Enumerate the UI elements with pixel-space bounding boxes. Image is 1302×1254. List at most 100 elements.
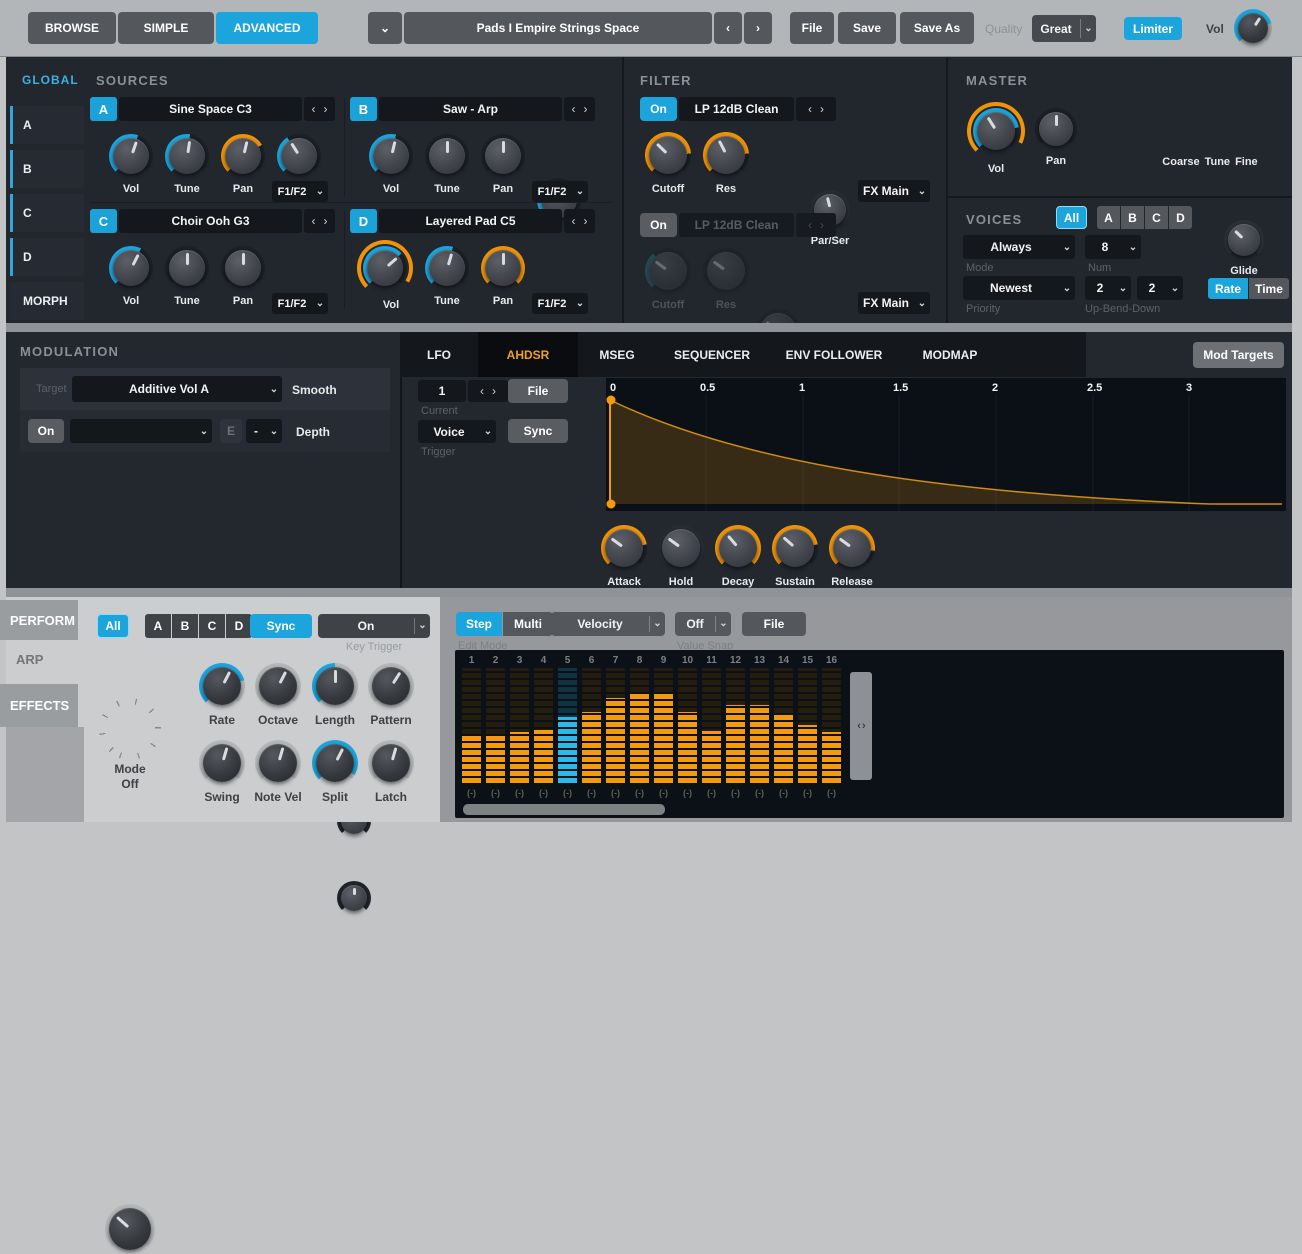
rate-knob[interactable]: [199, 663, 245, 709]
step-column[interactable]: 3(-): [510, 653, 529, 798]
tie-icon[interactable]: (-): [659, 788, 668, 798]
step-column[interactable]: 8(-): [630, 653, 649, 798]
step-bar[interactable]: [534, 668, 553, 783]
arp-c-button[interactable]: C: [199, 614, 225, 638]
preset-next-button[interactable]: ›: [744, 12, 772, 44]
cutoff-knob[interactable]: [645, 132, 691, 178]
arp-sync-button[interactable]: Sync: [250, 614, 312, 638]
tie-icon[interactable]: (-): [539, 788, 548, 798]
source-b-arrows[interactable]: ‹›: [564, 97, 595, 121]
seq-scrollbar[interactable]: [463, 804, 665, 815]
source-c-name[interactable]: Choir Ooh G3: [119, 209, 302, 233]
step-column[interactable]: 16(-): [822, 653, 841, 798]
tab-lfo[interactable]: LFO: [400, 332, 478, 377]
file-button[interactable]: File: [790, 12, 834, 44]
step-bar[interactable]: [774, 668, 793, 783]
step-column[interactable]: 11(-): [702, 653, 721, 798]
simple-button[interactable]: SIMPLE: [118, 12, 214, 44]
mod-targets-button[interactable]: Mod Targets: [1193, 342, 1284, 368]
arp-d-button[interactable]: D: [226, 614, 252, 638]
save-button[interactable]: Save: [838, 12, 896, 44]
source-d-filter-dropdown[interactable]: F1/F2⌄: [532, 293, 588, 314]
tune-knob[interactable]: [165, 246, 209, 290]
tab-mseg[interactable]: MSEG: [578, 332, 656, 377]
filter2-arrows[interactable]: ‹›: [796, 213, 836, 237]
filter1-arrows[interactable]: ‹›: [796, 97, 836, 121]
sustain-knob[interactable]: [772, 525, 818, 571]
master-pan-knob[interactable]: [1035, 108, 1077, 150]
tie-icon[interactable]: (-): [563, 788, 572, 798]
source-b-name[interactable]: Saw - Arp: [379, 97, 562, 121]
env-current-field[interactable]: 1: [418, 380, 466, 402]
pan-knob[interactable]: [221, 134, 265, 178]
step-column[interactable]: 1(-): [462, 653, 481, 798]
decay-knob[interactable]: [715, 525, 761, 571]
step-bar[interactable]: [750, 668, 769, 783]
step-column[interactable]: 6(-): [582, 653, 601, 798]
step-column[interactable]: 15(-): [798, 653, 817, 798]
step-bar[interactable]: [510, 668, 529, 783]
env-trigger-dropdown[interactable]: Voice⌄: [418, 420, 496, 443]
step-bar[interactable]: [654, 668, 673, 783]
source-d-badge[interactable]: D: [350, 209, 377, 233]
quality-dropdown[interactable]: Great ⌄: [1032, 15, 1096, 42]
source-a-filter-knob[interactable]: [277, 134, 321, 178]
tune-knob[interactable]: [425, 246, 469, 290]
voices-priority-dropdown[interactable]: Newest⌄: [963, 276, 1075, 300]
arp-all-button[interactable]: All: [97, 614, 129, 638]
step-column[interactable]: 5(-): [558, 653, 577, 798]
source-c-badge[interactable]: C: [90, 209, 117, 233]
tie-icon[interactable]: (-): [467, 788, 476, 798]
step-column[interactable]: 9(-): [654, 653, 673, 798]
env-current-arrows[interactable]: ‹›: [468, 380, 508, 402]
arp-b-button[interactable]: B: [172, 614, 198, 638]
tie-icon[interactable]: (-): [803, 788, 812, 798]
tab-effects[interactable]: EFFECTS: [0, 684, 78, 727]
tie-icon[interactable]: (-): [707, 788, 716, 798]
arp-a-button[interactable]: A: [145, 614, 171, 638]
source-a-name[interactable]: Sine Space C3: [119, 97, 302, 121]
filter2-on-button[interactable]: On: [640, 213, 677, 237]
filter1-type[interactable]: LP 12dB Clean: [679, 97, 794, 121]
seq-param-dropdown[interactable]: Velocity⌄: [551, 612, 665, 636]
tie-icon[interactable]: (-): [491, 788, 500, 798]
tab-perform[interactable]: PERFORM: [0, 600, 78, 640]
step-bar[interactable]: [630, 668, 649, 783]
tab-modmap[interactable]: MODMAP: [900, 332, 1000, 377]
voices-b-button[interactable]: B: [1121, 206, 1144, 229]
limiter-button[interactable]: Limiter: [1124, 17, 1182, 40]
filter2-fx-dropdown[interactable]: FX Main⌄: [858, 292, 930, 314]
browse-button[interactable]: BROWSE: [28, 12, 116, 44]
master-vol-knob[interactable]: [973, 108, 1019, 154]
advanced-button[interactable]: ADVANCED: [216, 12, 318, 44]
release-knob[interactable]: [829, 525, 875, 571]
step-bar[interactable]: [726, 668, 745, 783]
source-a-badge[interactable]: A: [90, 97, 117, 121]
tie-icon[interactable]: (-): [683, 788, 692, 798]
voices-c-button[interactable]: C: [1145, 206, 1168, 229]
pan-knob[interactable]: [481, 134, 525, 178]
step-bar[interactable]: [606, 668, 625, 783]
loop-range-handle[interactable]: ‹ ›: [850, 672, 872, 780]
step-bar[interactable]: [678, 668, 697, 783]
tab-env-follower[interactable]: ENV FOLLOWER: [768, 332, 900, 377]
latch-knob[interactable]: [368, 740, 414, 786]
vol-knob[interactable]: [109, 134, 153, 178]
env-start-handle[interactable]: [607, 500, 616, 509]
source-d-arrows[interactable]: ‹›: [564, 209, 595, 233]
source-c-filter-dropdown[interactable]: F1/F2⌄: [272, 293, 328, 314]
env-sync-button[interactable]: Sync: [508, 419, 568, 443]
depth-knob[interactable]: [337, 881, 371, 915]
edit-mode-step-button[interactable]: Step: [456, 612, 502, 636]
mod-target-dropdown[interactable]: Additive Vol A⌄: [72, 376, 282, 402]
tie-icon[interactable]: (-): [635, 788, 644, 798]
source-c-arrows[interactable]: ‹›: [304, 209, 335, 233]
mod-curve-dropdown[interactable]: -⌄: [246, 419, 282, 443]
filter1-fx-dropdown[interactable]: FX Main⌄: [858, 180, 930, 202]
step-column[interactable]: 14(-): [774, 653, 793, 798]
res-knob[interactable]: [703, 248, 749, 294]
bend-down-dropdown[interactable]: 2⌄: [1137, 276, 1183, 300]
value-snap-dropdown[interactable]: Off⌄: [675, 612, 731, 636]
step-bar[interactable]: [486, 668, 505, 783]
mod-source-dropdown[interactable]: ⌄: [70, 419, 212, 443]
